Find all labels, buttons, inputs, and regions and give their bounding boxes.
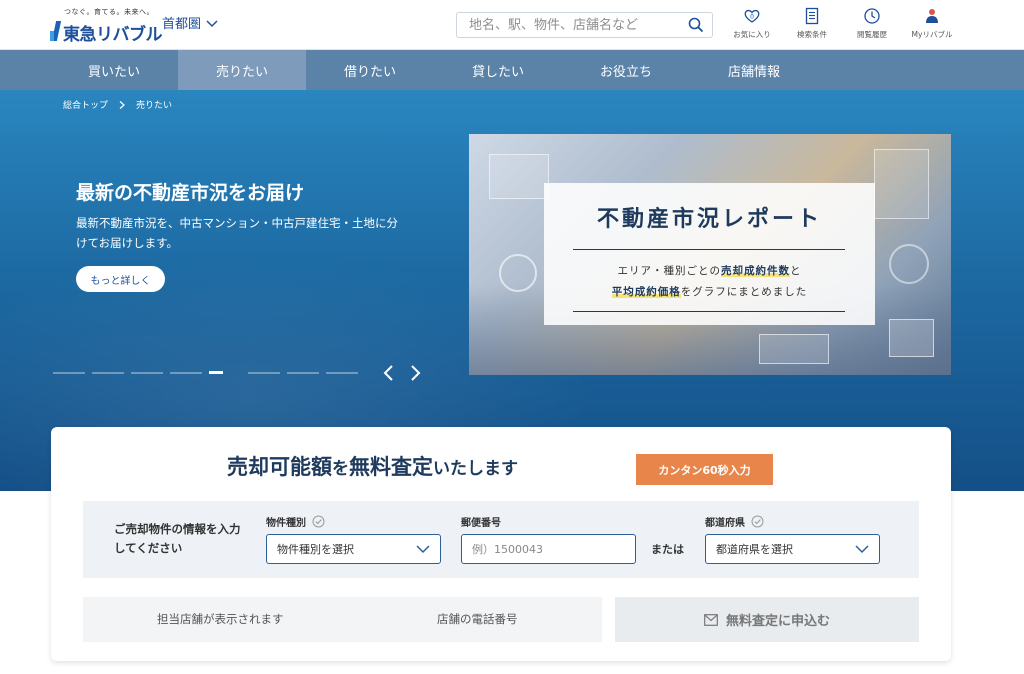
favorites-button[interactable]: 0 お気に入り [722, 7, 782, 45]
person-icon [926, 9, 938, 23]
carousel-indicators [53, 371, 358, 374]
carousel-dot[interactable] [170, 372, 202, 374]
logo-mark-icon [50, 21, 62, 41]
banner-subtitle-line2: 平均成約価格をグラフにまとめました [611, 286, 808, 298]
favorites-count: 0 [750, 14, 754, 21]
hero-description: 最新不動産市況を、中古マンション・中古戸建住宅・土地に分けてお届けします。 [76, 216, 398, 250]
header-icon-menu: 0 お気に入り 検索条件 閲覧履歴 Myリバブル [722, 7, 962, 45]
zip-input[interactable] [461, 534, 636, 564]
document-icon [805, 7, 819, 25]
store-info-panel: 担当店舗が表示されます 店舗の電話番号 [83, 597, 602, 642]
property-type-select[interactable]: 物件種別を選択 [266, 534, 441, 564]
breadcrumb-home[interactable]: 総合トップ [63, 98, 108, 111]
breadcrumb: 総合トップ 売りたい [63, 98, 172, 111]
chevron-down-icon [206, 19, 218, 27]
market-report-banner[interactable]: 不動産市況レポート エリア・種別ごとの売却成約件数と 平均成約価格をグラフにまと… [469, 134, 951, 375]
nav-item-lease[interactable]: 貸したい [434, 50, 562, 90]
carousel-next-button[interactable] [406, 363, 424, 383]
prefecture-label: 都道府県 [705, 514, 764, 529]
hero-title: 最新の不動産市況をお届け [76, 182, 305, 204]
nav-item-sell[interactable]: 売りたい [178, 50, 306, 90]
more-details-button[interactable]: もっと詳しく [76, 266, 165, 292]
banner-card: 不動産市況レポート エリア・種別ごとの売却成約件数と 平均成約価格をグラフにまと… [544, 183, 875, 325]
divider [573, 311, 845, 312]
breadcrumb-current: 売りたい [136, 101, 173, 111]
heart-icon: 0 [744, 9, 760, 23]
highlight-sales-count: 売却成約件数 [720, 265, 790, 277]
logo[interactable]: つなぐ。育てる。未来へ。 東急リバブル [50, 7, 163, 45]
carousel-dot[interactable] [92, 372, 124, 374]
chevron-down-icon [855, 545, 869, 554]
search-icon[interactable] [688, 17, 704, 33]
submit-appraisal-button[interactable]: 無料査定に申込む [615, 597, 919, 642]
favorites-label: お気に入り [733, 30, 771, 39]
carousel-prev-button[interactable] [380, 363, 398, 383]
chevron-right-icon [119, 100, 125, 109]
form-lead-text: ご売却物件の情報を入力してください [114, 522, 241, 555]
carousel-dot[interactable] [248, 372, 280, 374]
clock-icon [864, 8, 880, 24]
check-circle-icon [312, 515, 325, 528]
chevron-right-icon [411, 365, 421, 381]
nav-item-rent[interactable]: 借りたい [306, 50, 434, 90]
carousel-dot-active[interactable] [209, 371, 241, 374]
logo-tagline: つなぐ。育てる。未来へ。 [64, 8, 154, 16]
search-conditions-button[interactable]: 検索条件 [782, 7, 842, 45]
nav-item-buy[interactable]: 買いたい [50, 50, 178, 90]
appraisal-form: ご売却物件の情報を入力してください 物件種別 物件種別を選択 郵便番号 または … [83, 501, 919, 578]
or-text: または [651, 543, 684, 556]
region-selector[interactable]: 首都圏 [162, 13, 219, 32]
carousel-dot[interactable] [53, 372, 85, 374]
mail-icon [704, 613, 718, 626]
search-conditions-label: 検索条件 [797, 30, 827, 39]
chevron-down-icon [416, 545, 430, 554]
banner-title: 不動産市況レポート [596, 207, 822, 232]
my-livable-button[interactable]: Myリバブル [902, 7, 962, 45]
global-nav: 買いたい 売りたい 借りたい 貸したい お役立ち 店舗情報 [0, 50, 1024, 90]
zip-label: 郵便番号 [461, 518, 501, 529]
carousel-dot[interactable] [131, 372, 163, 374]
nav-item-stores[interactable]: 店舗情報 [690, 50, 818, 90]
appraisal-heading: 売却可能額を無料査定いたします [227, 455, 518, 479]
banner-subtitle-line1: エリア・種別ごとの売却成約件数と [617, 265, 802, 277]
carousel-dot[interactable] [287, 372, 319, 374]
my-livable-label: Myリバブル [911, 30, 953, 39]
check-circle-icon [751, 515, 764, 528]
logo-name: 東急リバブル [63, 25, 163, 45]
site-header: つなぐ。育てる。未来へ。 東急リバブル 首都圏 0 お気に入り 検索条件 閲覧履… [0, 0, 1024, 50]
history-button[interactable]: 閲覧履歴 [842, 7, 902, 45]
search-input[interactable] [457, 13, 682, 37]
prefecture-select[interactable]: 都道府県を選択 [705, 534, 880, 564]
region-label: 首都圏 [162, 17, 202, 32]
chevron-left-icon [383, 365, 393, 381]
quick-input-badge: カンタン60秒入力 [636, 454, 773, 485]
carousel-dot[interactable] [326, 372, 358, 374]
property-type-label: 物件種別 [266, 514, 325, 529]
store-placeholder-text: 担当店舗が表示されます [157, 612, 284, 626]
history-label: 閲覧履歴 [857, 30, 887, 39]
highlight-average-price: 平均成約価格 [611, 286, 681, 298]
divider [573, 249, 845, 250]
search-box [456, 12, 713, 38]
store-phone-text: 店舗の電話番号 [437, 612, 518, 626]
appraisal-card: 売却可能額を無料査定いたします カンタン60秒入力 ご売却物件の情報を入力してく… [51, 427, 951, 661]
nav-item-useful[interactable]: お役立ち [562, 50, 690, 90]
